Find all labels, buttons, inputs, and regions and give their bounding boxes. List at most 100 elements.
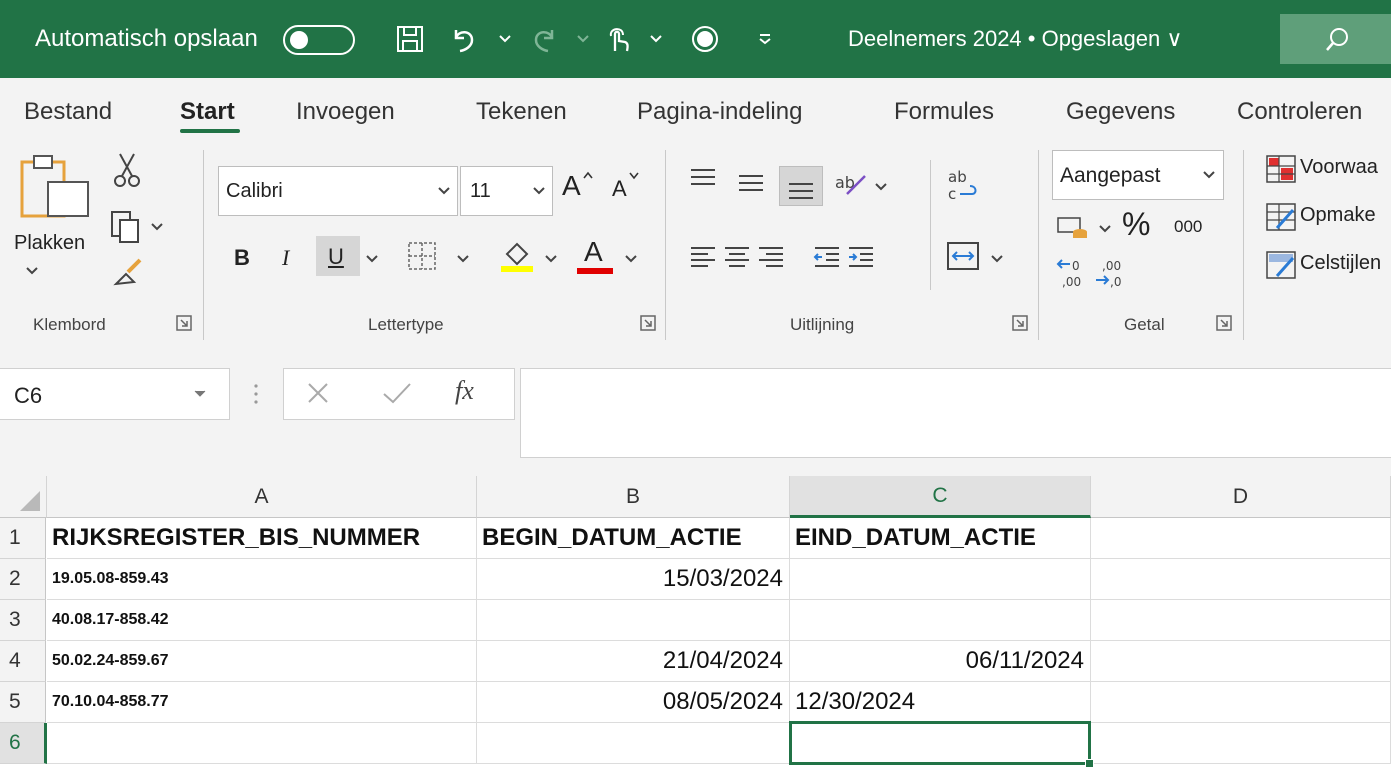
increase-indent-icon[interactable] (846, 244, 876, 270)
cell-a5[interactable]: 70.10.04-858.77 (47, 682, 477, 723)
font-launcher-icon[interactable] (640, 315, 656, 331)
alignment-launcher-icon[interactable] (1012, 315, 1028, 331)
borders-icon[interactable] (406, 240, 438, 272)
tab-tekenen[interactable]: Tekenen (476, 98, 567, 126)
redo-dropdown-icon[interactable] (575, 32, 591, 46)
cell-c1[interactable]: EIND_DATUM_ACTIE (790, 518, 1091, 559)
align-middle-icon[interactable] (736, 172, 766, 196)
formula-bar-grip-icon[interactable] (252, 380, 260, 410)
font-color-dropdown-icon[interactable] (624, 254, 638, 264)
undo-dropdown-icon[interactable] (497, 32, 513, 46)
column-header-d[interactable]: D (1091, 476, 1391, 518)
clipboard-launcher-icon[interactable] (176, 315, 192, 331)
confirm-entry-icon[interactable] (380, 378, 414, 408)
cell-a3[interactable]: 40.08.17-858.42 (47, 600, 477, 641)
align-top-icon[interactable] (688, 166, 718, 190)
cell-styles-button[interactable]: Celstijlen (1300, 252, 1381, 275)
format-painter-icon[interactable] (110, 254, 146, 290)
decrease-decimal-icon[interactable]: ,00,0 (1094, 256, 1128, 290)
format-as-table-icon[interactable] (1265, 202, 1297, 232)
cell-b5[interactable]: 08/05/2024 (477, 682, 790, 723)
number-launcher-icon[interactable] (1216, 315, 1232, 331)
paste-icon[interactable] (18, 152, 92, 220)
cancel-entry-icon[interactable] (303, 378, 333, 408)
paste-dropdown-icon[interactable] (25, 266, 39, 276)
merge-dropdown-icon[interactable] (990, 254, 1004, 264)
orientation-icon[interactable]: ab (833, 166, 869, 200)
touch-mode-icon[interactable] (601, 22, 635, 56)
tab-controleren[interactable]: Controleren (1237, 98, 1362, 126)
align-center-icon[interactable] (722, 244, 752, 270)
search-box[interactable] (1280, 14, 1391, 64)
copy-icon[interactable] (110, 210, 144, 244)
cell-d6[interactable] (1091, 723, 1391, 764)
cell-b3[interactable] (477, 600, 790, 641)
fill-color-dropdown-icon[interactable] (544, 254, 558, 264)
insert-function-button[interactable]: fx (455, 376, 474, 406)
row-header-1[interactable]: 1 (0, 518, 46, 559)
underline-button[interactable]: U (328, 244, 344, 270)
row-header-3[interactable]: 3 (0, 600, 46, 641)
fill-color-icon[interactable] (497, 234, 537, 274)
select-all-corner[interactable] (0, 476, 47, 518)
document-title[interactable]: Deelnemers 2024 • Opgeslagen ∨ (848, 0, 1182, 78)
redo-icon[interactable] (528, 22, 562, 56)
merge-center-icon[interactable] (946, 240, 980, 272)
font-color-button[interactable]: A (584, 236, 603, 268)
cell-b6[interactable] (477, 723, 790, 764)
tab-bestand[interactable]: Bestand (24, 98, 112, 126)
accounting-format-icon[interactable] (1056, 214, 1090, 242)
touch-dropdown-icon[interactable] (648, 32, 664, 46)
cell-d1[interactable] (1091, 518, 1391, 559)
row-header-5[interactable]: 5 (0, 682, 46, 723)
orientation-dropdown-icon[interactable] (874, 182, 888, 192)
column-header-c[interactable]: C (790, 476, 1091, 518)
paste-label[interactable]: Plakken (14, 232, 85, 255)
number-format-dropdown-icon[interactable] (1202, 170, 1216, 180)
accounting-dropdown-icon[interactable] (1098, 224, 1112, 234)
grow-font-button[interactable]: A (562, 170, 581, 202)
cell-d2[interactable] (1091, 559, 1391, 600)
fill-handle[interactable] (1085, 759, 1094, 768)
cut-icon[interactable] (112, 152, 142, 188)
cell-c2[interactable] (790, 559, 1091, 600)
tab-start[interactable]: Start (180, 98, 235, 126)
cell-b4[interactable]: 21/04/2024 (477, 641, 790, 682)
font-name-dropdown-icon[interactable] (437, 186, 451, 196)
cell-a6[interactable] (47, 723, 477, 764)
cell-c5[interactable]: 12/30/2024 (790, 682, 1091, 723)
name-box-dropdown-icon[interactable] (194, 390, 206, 398)
cell-b2[interactable]: 15/03/2024 (477, 559, 790, 600)
format-as-table-button[interactable]: Opmake (1300, 204, 1376, 227)
save-icon[interactable] (393, 22, 427, 56)
underline-dropdown-icon[interactable] (365, 254, 379, 264)
cell-b1[interactable]: BEGIN_DATUM_ACTIE (477, 518, 790, 559)
align-right-icon[interactable] (756, 244, 786, 270)
conditional-formatting-icon[interactable] (1265, 154, 1297, 184)
customize-toolbar-icon[interactable] (757, 32, 773, 46)
tab-invoegen[interactable]: Invoegen (296, 98, 395, 126)
undo-icon[interactable] (446, 22, 480, 56)
column-header-a[interactable]: A (47, 476, 477, 518)
row-header-4[interactable]: 4 (0, 641, 46, 682)
decrease-indent-icon[interactable] (812, 244, 842, 270)
cell-c4[interactable]: 06/11/2024 (790, 641, 1091, 682)
autosave-toggle[interactable] (283, 25, 355, 55)
cell-a2[interactable]: 19.05.08-859.43 (47, 559, 477, 600)
cell-a4[interactable]: 50.02.24-859.67 (47, 641, 477, 682)
cell-d4[interactable] (1091, 641, 1391, 682)
percent-style-button[interactable]: % (1122, 206, 1150, 243)
align-left-icon[interactable] (688, 244, 718, 270)
column-header-b[interactable]: B (477, 476, 790, 518)
cell-d5[interactable] (1091, 682, 1391, 723)
cell-c3[interactable] (790, 600, 1091, 641)
row-header-2[interactable]: 2 (0, 559, 46, 600)
conditional-formatting-button[interactable]: Voorwaa (1300, 156, 1378, 179)
borders-dropdown-icon[interactable] (456, 254, 470, 264)
comma-style-button[interactable]: 000 (1174, 217, 1202, 237)
cell-a1[interactable]: RIJKSREGISTER_BIS_NUMMER (47, 518, 477, 559)
tab-formules[interactable]: Formules (894, 98, 994, 126)
cell-d3[interactable] (1091, 600, 1391, 641)
tab-gegevens[interactable]: Gegevens (1066, 98, 1175, 126)
cell-styles-icon[interactable] (1265, 250, 1297, 280)
